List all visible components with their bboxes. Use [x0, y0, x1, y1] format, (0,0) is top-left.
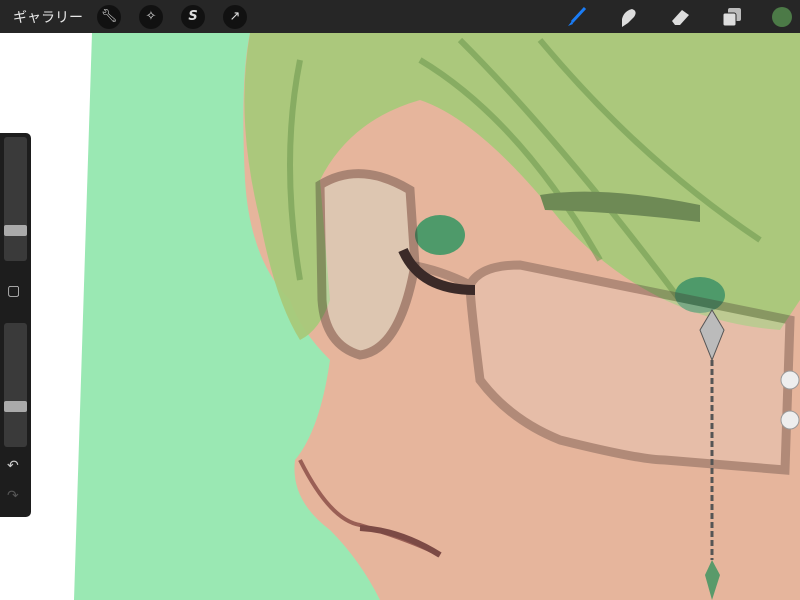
brush-size-slider[interactable] — [4, 137, 27, 261]
opacity-slider[interactable] — [4, 323, 27, 447]
selection-s-icon[interactable]: S — [181, 4, 205, 29]
top-toolbar: ギャラリー 🔧︎ ✧ S ↗ — [0, 0, 800, 33]
magic-wand-icon[interactable]: ✧ — [139, 4, 163, 29]
artwork-canvas[interactable] — [0, 0, 800, 600]
layers-icon[interactable] — [720, 5, 744, 29]
eraser-icon[interactable] — [668, 5, 692, 29]
brush-icon[interactable] — [564, 5, 588, 29]
brush-size-thumb[interactable] — [4, 225, 27, 236]
wrench-icon[interactable]: 🔧︎ — [97, 4, 121, 29]
smudge-finger-icon[interactable] — [616, 5, 640, 29]
opacity-thumb[interactable] — [4, 401, 27, 412]
color-swatch[interactable] — [772, 6, 792, 27]
sidebar: ▢ ↶ ↷ — [0, 133, 31, 517]
gallery-button[interactable]: ギャラリー — [13, 7, 83, 27]
modify-square-icon[interactable]: ▢ — [7, 283, 20, 299]
arrow-cursor-icon[interactable]: ↗ — [223, 4, 247, 29]
undo-icon[interactable]: ↶ — [7, 458, 19, 474]
redo-icon[interactable]: ↷ — [7, 488, 19, 504]
